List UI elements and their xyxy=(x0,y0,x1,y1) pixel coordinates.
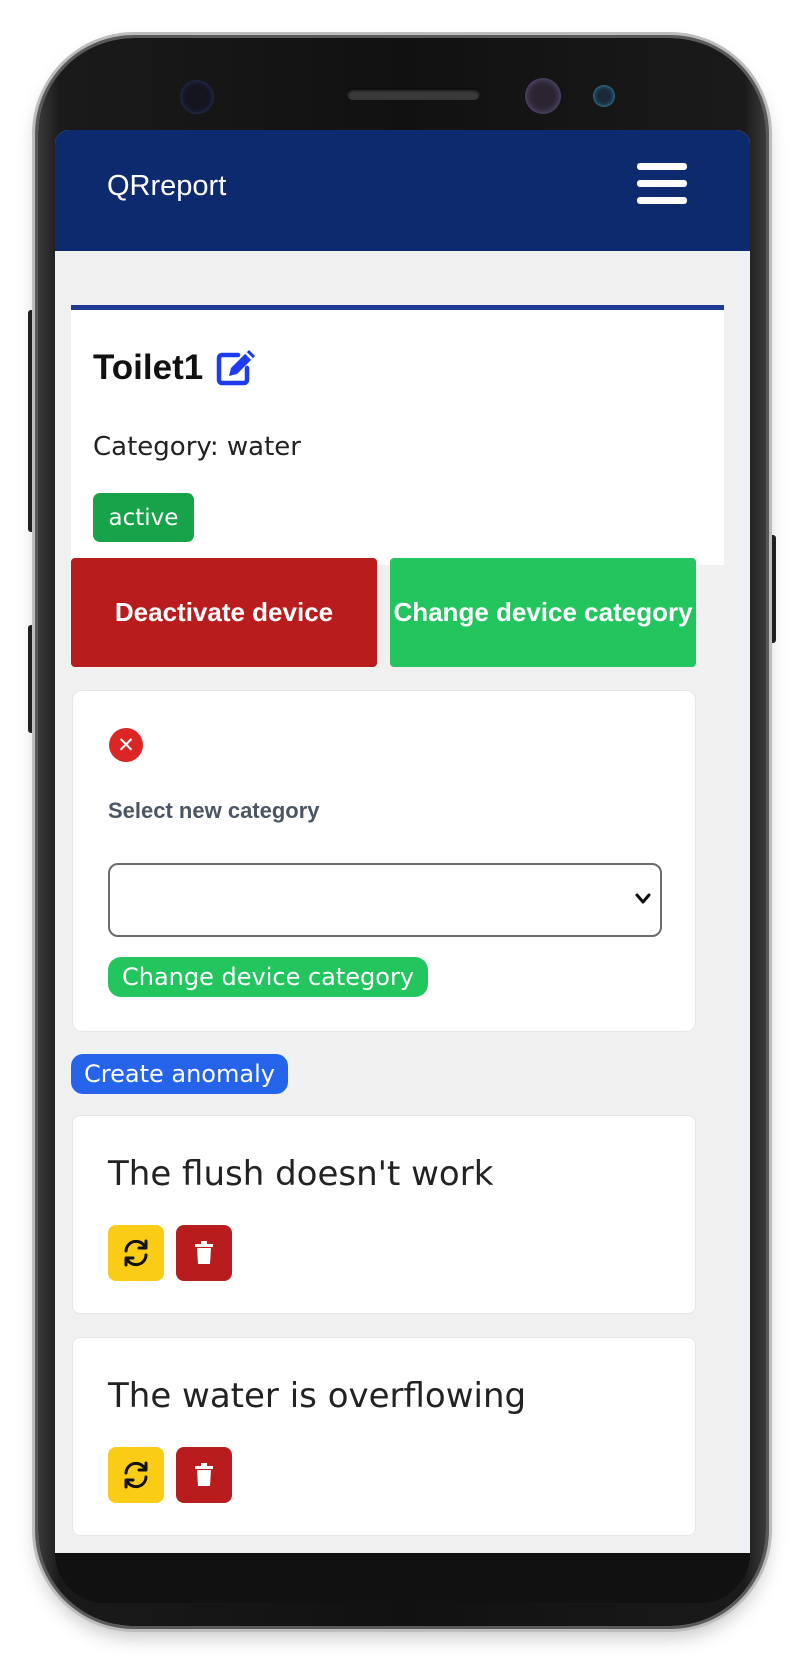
device-category: Category: water xyxy=(93,432,301,462)
refresh-icon[interactable] xyxy=(108,1225,164,1281)
device-title: Toilet1 xyxy=(93,348,204,387)
brand-logo[interactable]: QRreport xyxy=(107,170,226,203)
trash-icon[interactable] xyxy=(176,1225,232,1281)
power-side-button xyxy=(766,535,776,643)
change-category-button[interactable]: Change device category xyxy=(390,558,696,667)
volume-down-side-button xyxy=(28,625,38,733)
anomaly-text: The flush doesn't work xyxy=(108,1154,494,1194)
change-category-card: ✕ Select new category Change device cate… xyxy=(72,690,696,1032)
anomaly-text: The water is overflowing xyxy=(108,1376,527,1416)
anomaly-card: The water is overflowing xyxy=(72,1337,696,1536)
anomaly-card: The flush doesn't work xyxy=(72,1115,696,1314)
close-icon[interactable]: ✕ xyxy=(109,728,143,762)
deactivate-device-button[interactable]: Deactivate device xyxy=(71,558,377,667)
refresh-icon[interactable] xyxy=(108,1447,164,1503)
front-camera-icon xyxy=(525,78,561,114)
hamburger-menu-icon[interactable] xyxy=(637,163,687,208)
device-info-card: Toilet1 Category: water active xyxy=(71,305,724,565)
phone-bottom-bezel xyxy=(55,1553,750,1603)
chevron-down-icon xyxy=(635,893,651,904)
submit-category-button[interactable]: Change device category xyxy=(108,957,429,997)
phone-speaker xyxy=(347,88,480,100)
proximity-sensor-icon xyxy=(593,85,615,107)
app-screen: QRreport Toilet1 Category: water active … xyxy=(55,130,750,1553)
status-badge: active xyxy=(93,493,194,542)
select-category-label: Select new category xyxy=(108,798,320,823)
create-anomaly-button[interactable]: Create anomaly xyxy=(71,1054,288,1094)
trash-icon[interactable] xyxy=(176,1447,232,1503)
top-navbar: QRreport xyxy=(55,130,750,251)
category-select[interactable] xyxy=(108,863,662,937)
sensor-icon xyxy=(180,80,214,114)
edit-icon[interactable] xyxy=(216,348,258,386)
volume-up-side-button xyxy=(28,310,38,532)
